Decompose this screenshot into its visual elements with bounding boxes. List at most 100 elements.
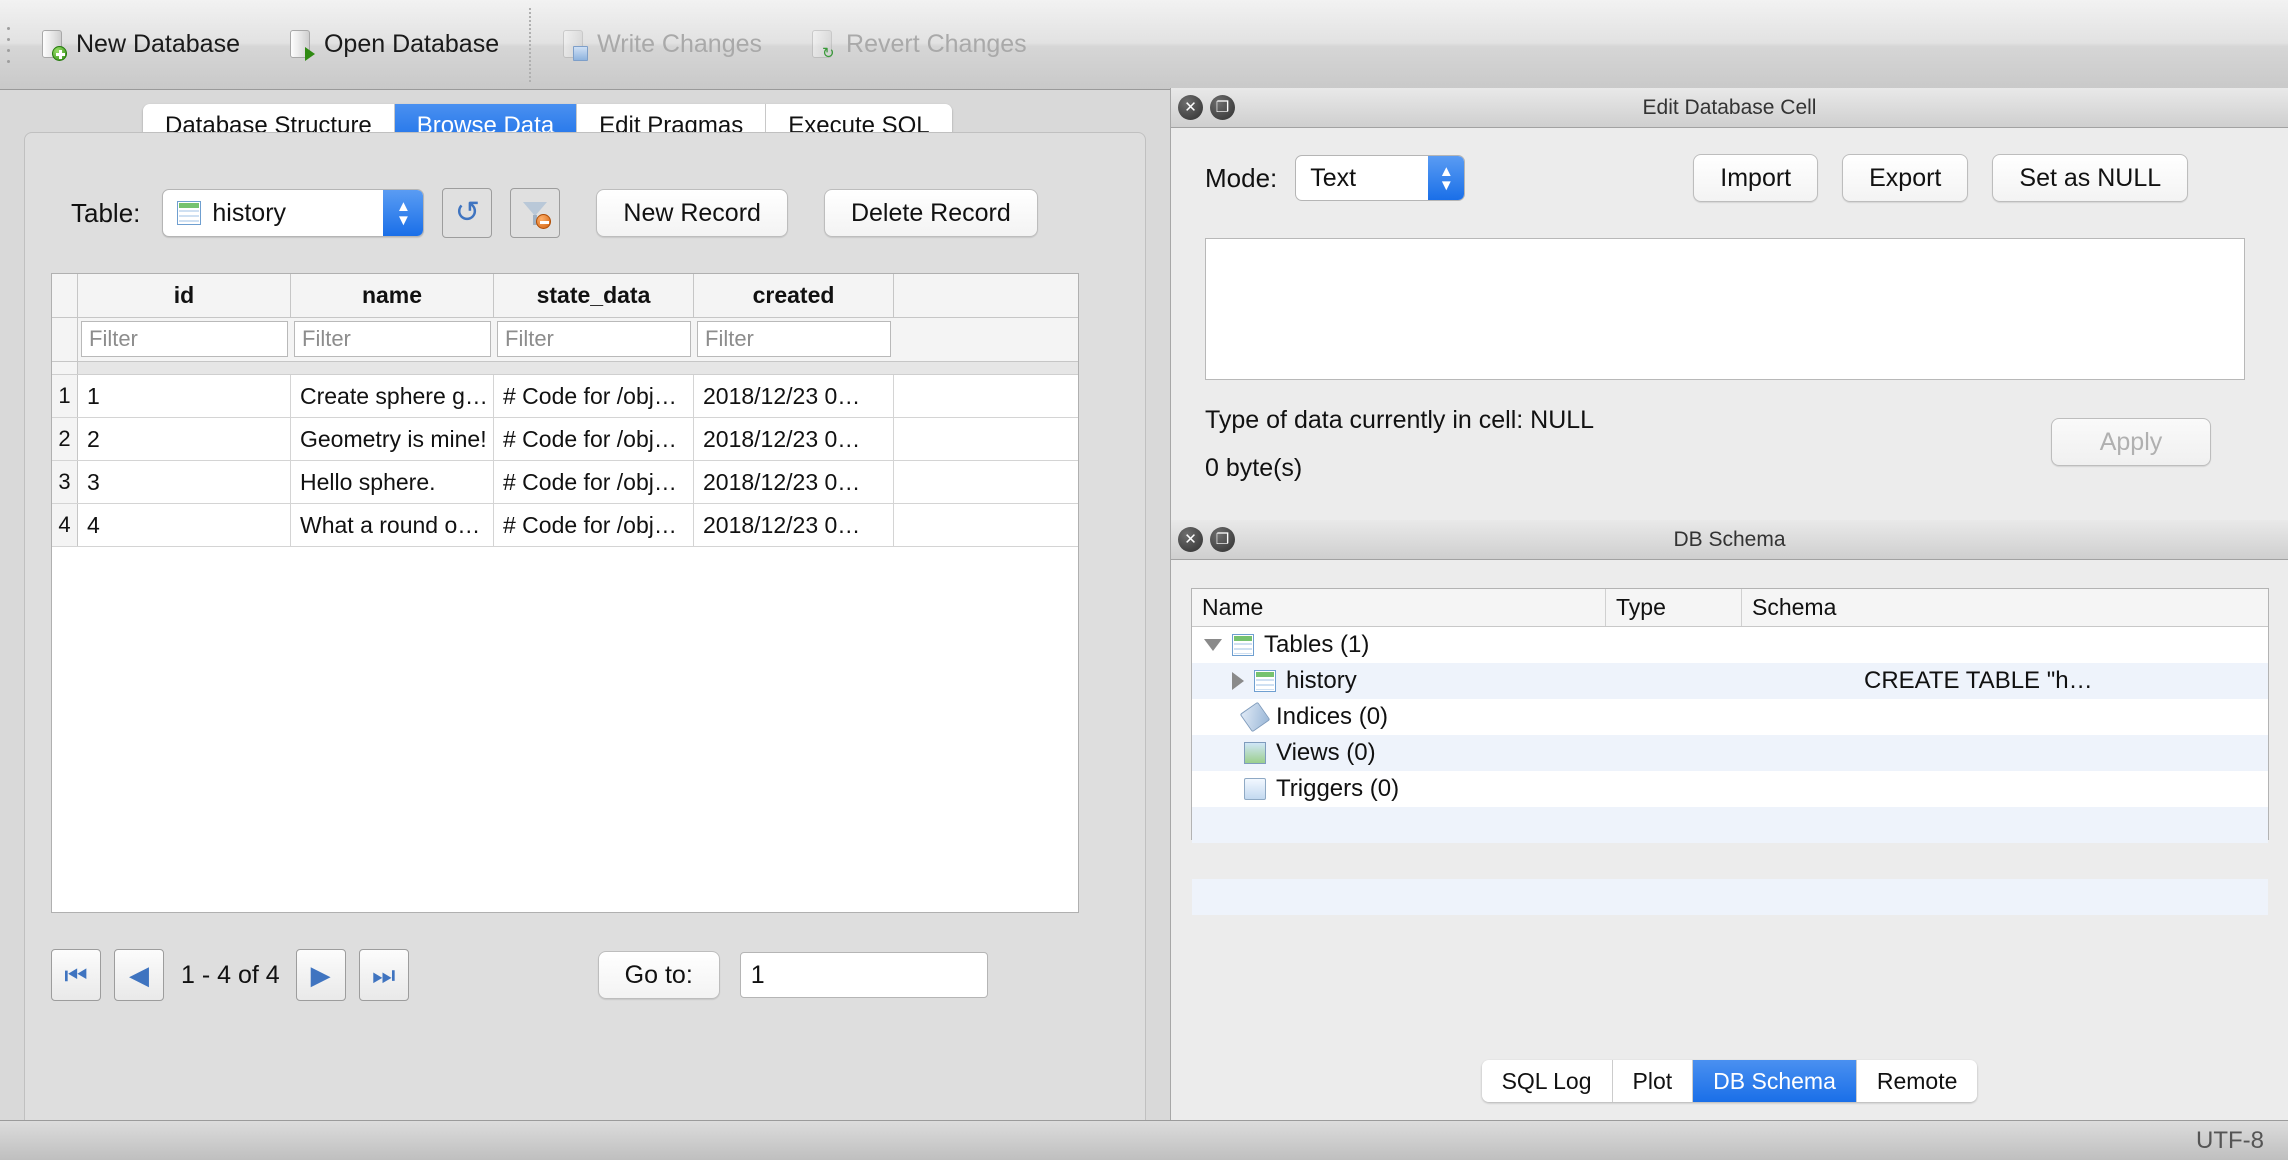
export-button[interactable]: Export <box>1842 154 1969 202</box>
table-icon <box>1254 670 1276 692</box>
new-record-button[interactable]: New Record <box>596 189 788 237</box>
row-filler <box>894 504 1078 546</box>
tab-plot[interactable]: Plot <box>1612 1060 1694 1102</box>
table-row[interactable]: 1 1 Create sphere g… # Code for /obj… 20… <box>52 375 1078 418</box>
schema-column-type[interactable]: Type <box>1606 589 1742 626</box>
filter-input-name[interactable]: Filter <box>294 321 491 357</box>
column-header-id[interactable]: id <box>78 274 291 317</box>
go-to-button[interactable]: Go to: <box>597 951 720 999</box>
first-page-button[interactable]: ⏮ <box>51 949 101 1001</box>
new-database-button[interactable]: New Database <box>16 0 264 90</box>
cell-id[interactable]: 1 <box>78 375 291 417</box>
chevron-down-icon[interactable] <box>1204 639 1222 651</box>
cell-state-data[interactable]: # Code for /obj… <box>494 418 694 460</box>
edit-cell-panel-header: ✕ ❐ Edit Database Cell <box>1171 88 2288 128</box>
filter-input-id[interactable]: Filter <box>81 321 288 357</box>
tab-sql-log[interactable]: SQL Log <box>1481 1060 1613 1102</box>
revert-changes-label: Revert Changes <box>846 30 1027 58</box>
close-icon[interactable]: ✕ <box>1178 527 1203 552</box>
mode-select-value: Text <box>1310 163 1357 192</box>
row-number[interactable]: 2 <box>52 418 78 460</box>
cell-created[interactable]: 2018/12/23 0… <box>694 504 894 546</box>
schema-node-views[interactable]: Views (0) <box>1192 735 2268 771</box>
cell-name[interactable]: Create sphere g… <box>291 375 494 417</box>
chevron-right-icon[interactable] <box>1232 672 1244 690</box>
previous-page-button[interactable]: ◀ <box>114 949 164 1001</box>
table-select[interactable]: history ▲ ▼ <box>162 189 425 237</box>
cell-state-data[interactable]: # Code for /obj… <box>494 504 694 546</box>
tab-remote[interactable]: Remote <box>1856 1060 1978 1102</box>
column-header-created[interactable]: created <box>694 274 894 317</box>
right-dock-area: ✕ ❐ Edit Database Cell Mode: Text ▲ ▼ Im… <box>1170 88 2288 1120</box>
apply-button[interactable]: Apply <box>2051 418 2211 466</box>
cell-name[interactable]: What a round o… <box>291 504 494 546</box>
cell-created[interactable]: 2018/12/23 0… <box>694 418 894 460</box>
schema-node-tables[interactable]: Tables (1) <box>1192 627 2268 663</box>
next-page-button[interactable]: ▶ <box>295 949 346 1001</box>
mode-label: Mode: <box>1205 162 1278 193</box>
schema-column-name[interactable]: Name <box>1192 589 1606 626</box>
table-row[interactable]: 3 3 Hello sphere. # Code for /obj… 2018/… <box>52 461 1078 504</box>
filter-cell-id[interactable]: Filter <box>78 318 291 361</box>
table-row[interactable]: 2 2 Geometry is mine! # Code for /obj… 2… <box>52 418 1078 461</box>
set-as-null-button[interactable]: Set as NULL <box>1992 154 2189 202</box>
chevron-up-icon: ▲ <box>395 197 411 215</box>
delete-record-button[interactable]: Delete Record <box>823 189 1038 237</box>
cell-id[interactable]: 3 <box>78 461 291 503</box>
cell-name[interactable]: Hello sphere. <box>291 461 494 503</box>
grid-corner-cell[interactable] <box>52 274 78 317</box>
mode-select-stepper[interactable]: ▲ ▼ <box>1428 156 1465 200</box>
schema-node-indices[interactable]: Indices (0) <box>1192 699 2268 735</box>
cell-state-data[interactable]: # Code for /obj… <box>494 461 694 503</box>
schema-empty-row <box>1192 879 2268 915</box>
filter-cell-state-data[interactable]: Filter <box>494 318 694 361</box>
write-changes-button[interactable]: Write Changes <box>537 0 786 90</box>
next-page-icon: ▶ <box>310 960 331 990</box>
grid-filter-row: Filter Filter Filter Filter <box>52 318 1078 362</box>
view-icon <box>1244 742 1266 764</box>
clear-filters-button[interactable] <box>510 188 561 238</box>
close-icon[interactable]: ✕ <box>1178 95 1203 120</box>
toolbar-drag-grip[interactable] <box>0 0 16 90</box>
filter-cell-created[interactable]: Filter <box>694 318 894 361</box>
import-button[interactable]: Import <box>1693 154 1819 202</box>
revert-changes-button[interactable]: ↻ Revert Changes <box>786 0 1051 90</box>
open-database-button[interactable]: Open Database <box>264 0 523 90</box>
browse-data-pane: Database Structure Browse Data Edit Prag… <box>0 90 1170 1160</box>
cell-content-editor[interactable] <box>1205 238 2245 380</box>
main-toolbar: New Database Open Database Write Changes… <box>0 0 2288 90</box>
schema-header-row: Name Type Schema <box>1192 589 2268 627</box>
last-page-icon: ⏭ <box>371 960 396 990</box>
cell-id[interactable]: 4 <box>78 504 291 546</box>
filter-cell-name[interactable]: Filter <box>291 318 494 361</box>
filter-input-created[interactable]: Filter <box>697 321 891 357</box>
table-select-stepper[interactable]: ▲ ▼ <box>383 190 424 236</box>
undock-icon[interactable]: ❐ <box>1210 527 1235 552</box>
row-number[interactable]: 4 <box>52 504 78 546</box>
column-header-name[interactable]: name <box>291 274 494 317</box>
table-row[interactable]: 4 4 What a round o… # Code for /obj… 201… <box>52 504 1078 547</box>
schema-node-triggers[interactable]: Triggers (0) <box>1192 771 2268 807</box>
filter-input-state-data[interactable]: Filter <box>497 321 691 357</box>
go-to-input[interactable]: 1 <box>739 952 988 998</box>
schema-node-history[interactable]: history CREATE TABLE "h… <box>1192 663 2268 699</box>
edit-cell-panel-title: Edit Database Cell <box>1642 95 1817 119</box>
row-filler <box>894 461 1078 503</box>
cell-name[interactable]: Geometry is mine! <box>291 418 494 460</box>
schema-column-schema[interactable]: Schema <box>1742 589 2268 626</box>
last-page-button[interactable]: ⏭ <box>358 949 409 1001</box>
cell-created[interactable]: 2018/12/23 0… <box>694 375 894 417</box>
mode-select[interactable]: Text ▲ ▼ <box>1295 155 1466 201</box>
grid-separator-row <box>52 362 1078 375</box>
edit-cell-body: Mode: Text ▲ ▼ Import Export Set as NULL… <box>1171 128 2288 482</box>
column-header-state-data[interactable]: state_data <box>494 274 694 317</box>
row-number[interactable]: 3 <box>52 461 78 503</box>
row-number[interactable]: 1 <box>52 375 78 417</box>
cell-id[interactable]: 2 <box>78 418 291 460</box>
cell-state-data[interactable]: # Code for /obj… <box>494 375 694 417</box>
undock-icon[interactable]: ❐ <box>1210 95 1235 120</box>
refresh-button[interactable]: ↺ <box>442 188 493 238</box>
cell-created[interactable]: 2018/12/23 0… <box>694 461 894 503</box>
tab-db-schema[interactable]: DB Schema <box>1693 1060 1857 1102</box>
open-database-label: Open Database <box>323 30 500 58</box>
